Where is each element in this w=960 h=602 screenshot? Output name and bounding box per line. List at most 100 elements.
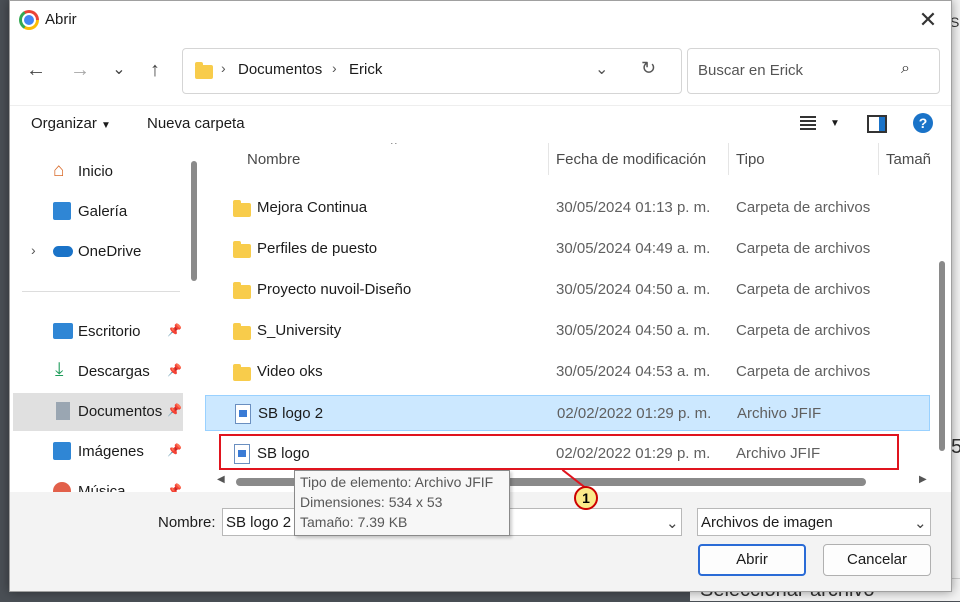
search-input[interactable] — [696, 61, 900, 80]
file-date: 30/05/2024 04:50 a. m. — [556, 281, 711, 298]
back-arrow-icon[interactable]: ← — [23, 58, 49, 84]
file-row[interactable]: S_University 30/05/2024 04:50 a. m. Carp… — [205, 313, 930, 349]
file-name-label: Nombre: — [158, 514, 216, 531]
annotation-number-badge: 1 — [574, 486, 598, 510]
sidebar-item-label: Imágenes — [78, 443, 144, 460]
sidebar-item-descargas[interactable]: ⤓ Descargas 📌 — [13, 353, 183, 391]
cancel-button[interactable]: Cancelar — [823, 544, 931, 576]
file-type-filter[interactable]: Archivos de imagen ⌄ — [697, 508, 931, 536]
forward-arrow-icon[interactable]: → — [67, 58, 93, 84]
file-row[interactable]: Mejora Continua 30/05/2024 01:13 p. m. C… — [205, 190, 930, 226]
dialog-title: Abrir — [45, 11, 77, 28]
folder-icon — [233, 323, 251, 340]
file-date: 30/05/2024 04:50 a. m. — [556, 322, 711, 339]
gallery-icon — [53, 202, 71, 220]
breadcrumb-chevron-icon[interactable]: › — [332, 60, 337, 76]
close-icon[interactable]: ✕ — [912, 7, 944, 35]
sidebar-scrollbar[interactable] — [191, 161, 197, 281]
file-row[interactable]: Proyecto nuvoil-Diseño 30/05/2024 04:50 … — [205, 272, 930, 308]
sidebar-item-escritorio[interactable]: Escritorio 📌 — [13, 313, 183, 351]
column-divider[interactable] — [878, 143, 879, 175]
file-type: Archivo JFIF — [737, 405, 822, 422]
breadcrumb-chevron-icon[interactable]: › — [221, 60, 226, 76]
sidebar-item-onedrive[interactable]: › OneDrive — [13, 233, 183, 271]
music-icon — [53, 482, 71, 492]
expand-chevron-icon[interactable]: › — [31, 242, 36, 258]
pin-icon[interactable]: 📌 — [167, 443, 182, 457]
sidebar-item-inicio[interactable]: ⌂ Inicio — [13, 153, 183, 191]
sidebar-item-imagenes[interactable]: Imágenes 📌 — [13, 433, 183, 471]
desktop-icon — [53, 323, 73, 339]
view-chevron-down-icon[interactable]: ▼ — [830, 118, 840, 129]
sidebar-item-label: Documentos — [78, 403, 163, 420]
pin-icon[interactable]: 📌 — [167, 323, 182, 337]
file-info-tooltip: Tipo de elemento: Archivo JFIF Dimension… — [294, 470, 510, 536]
up-arrow-icon[interactable]: ↑ — [142, 58, 168, 84]
pin-icon[interactable]: 📌 — [167, 403, 182, 417]
documents-icon — [56, 402, 70, 420]
background-text: 5 — [951, 436, 960, 458]
file-type: Carpeta de archivos — [736, 240, 871, 257]
download-icon: ⤓ — [55, 359, 64, 380]
chevron-down-icon[interactable]: ⌄ — [666, 514, 679, 532]
tooltip-type: Tipo de elemento: Archivo JFIF — [300, 474, 494, 490]
file-type: Carpeta de archivos — [736, 281, 871, 298]
sort-ascending-icon: ^ — [391, 143, 397, 151]
file-list-vertical-scrollbar[interactable] — [939, 261, 945, 451]
file-name: S_University — [257, 322, 342, 339]
address-bar[interactable]: › Documentos › Erick ⌄ ↻ — [182, 48, 682, 94]
file-row[interactable]: Video oks 30/05/2024 04:53 a. m. Carpeta… — [205, 354, 930, 390]
file-date: 30/05/2024 04:49 a. m. — [556, 240, 711, 257]
breadcrumb-documentos[interactable]: Documentos — [238, 61, 322, 78]
scroll-right-icon[interactable]: ▶ — [919, 474, 927, 485]
title-bar: Abrir ✕ — [10, 1, 951, 39]
recent-locations-chevron-icon[interactable]: ⌄ — [106, 58, 132, 84]
column-header-type[interactable]: Tipo — [736, 151, 765, 168]
tooltip-size: Tamaño: 7.39 KB — [300, 514, 408, 530]
refresh-icon[interactable]: ↻ — [641, 58, 656, 79]
organize-menu[interactable]: Organizar ▼ — [31, 115, 111, 132]
pin-icon[interactable]: 📌 — [167, 483, 182, 492]
address-dropdown-chevron-icon[interactable]: ⌄ — [595, 59, 608, 79]
breadcrumb-erick[interactable]: Erick — [349, 61, 382, 78]
sidebar-item-label: Inicio — [78, 163, 114, 180]
open-button[interactable]: Abrir — [698, 544, 806, 576]
file-name-value: SB logo 2 — [226, 514, 292, 531]
folder-icon — [233, 282, 251, 299]
sidebar-item-musica[interactable]: Música 📌 — [13, 473, 183, 492]
sidebar-item-label: Escritorio — [78, 323, 141, 340]
help-icon[interactable]: ? — [913, 113, 933, 133]
view-options-icon[interactable] — [800, 116, 816, 130]
new-folder-button[interactable]: Nueva carpeta — [147, 115, 245, 132]
navigation-pane: ⌂ Inicio Galería › OneDrive Escritorio 📌… — [10, 143, 188, 492]
folder-icon — [233, 241, 251, 258]
chevron-down-icon: ▼ — [101, 120, 111, 131]
column-divider[interactable] — [728, 143, 729, 175]
file-row[interactable]: Perfiles de puesto 30/05/2024 04:49 a. m… — [205, 231, 930, 267]
preview-pane-icon[interactable] — [867, 115, 887, 133]
column-header-size[interactable]: Tamañ — [886, 151, 931, 168]
column-divider[interactable] — [548, 143, 549, 175]
folder-icon — [195, 62, 213, 79]
folder-icon — [233, 364, 251, 381]
file-type: Carpeta de archivos — [736, 322, 871, 339]
file-name: Perfiles de puesto — [257, 240, 378, 257]
column-header-date[interactable]: Fecha de modificación — [556, 151, 706, 168]
chevron-down-icon[interactable]: ⌄ — [914, 514, 927, 532]
scroll-left-icon[interactable]: ◀ — [217, 474, 225, 485]
sidebar-item-galeria[interactable]: Galería — [13, 193, 183, 231]
column-header-name[interactable]: Nombre — [247, 151, 300, 168]
home-icon: ⌂ — [53, 160, 65, 181]
sidebar-item-label: OneDrive — [78, 243, 142, 260]
pictures-icon — [53, 442, 71, 460]
file-type-filter-value: Archivos de imagen — [701, 514, 833, 531]
file-name: Proyecto nuvoil-Diseño — [257, 281, 412, 298]
sidebar-divider — [22, 291, 180, 292]
file-type: Carpeta de archivos — [736, 199, 871, 216]
file-row-selected[interactable]: SB logo 2 02/02/2022 01:29 p. m. Archivo… — [205, 395, 930, 431]
pin-icon[interactable]: 📌 — [167, 363, 182, 377]
sidebar-item-documentos[interactable]: Documentos 📌 — [13, 393, 183, 431]
chrome-icon — [19, 10, 39, 30]
open-file-dialog: Abrir ✕ ← → ⌄ ↑ › Documentos › Erick ⌄ ↻… — [9, 0, 952, 592]
search-box[interactable]: ⌕ — [687, 48, 940, 94]
